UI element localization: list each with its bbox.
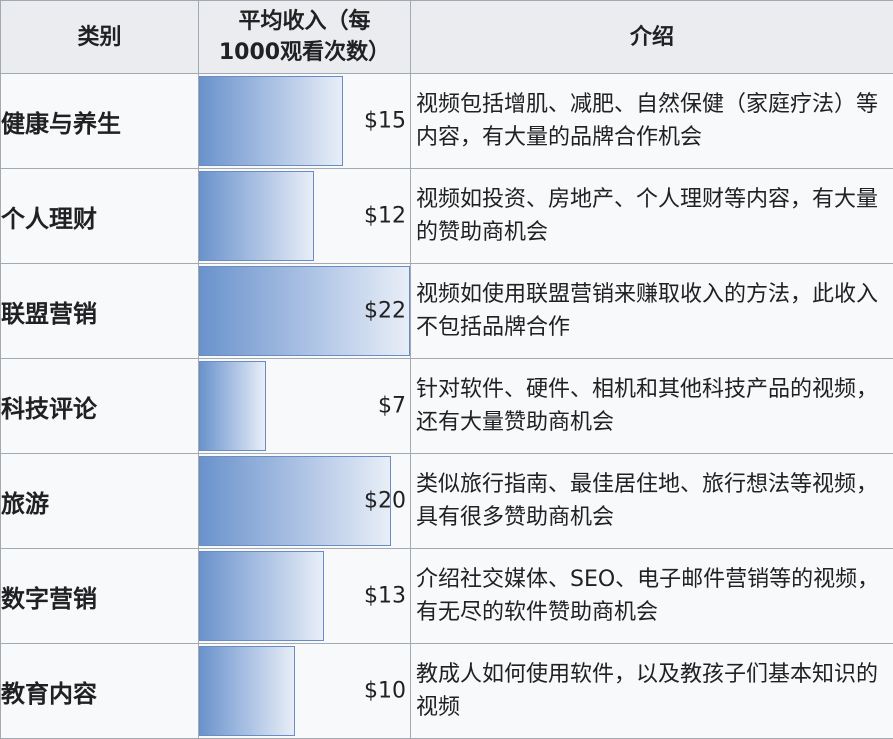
income-value: $7 bbox=[378, 394, 406, 419]
income-cell: $20 bbox=[199, 454, 411, 549]
income-bar bbox=[199, 171, 314, 261]
description-cell: 针对软件、硬件、相机和其他科技产品的视频，还有大量赞助商机会 bbox=[411, 359, 893, 454]
category-cell: 科技评论 bbox=[1, 359, 199, 454]
header-row: 类别 平均收入（每 1000观看次数） 介绍 bbox=[1, 1, 893, 74]
header-income[interactable]: 平均收入（每 1000观看次数） bbox=[199, 1, 411, 74]
income-value: $15 bbox=[364, 109, 406, 134]
table-body: 健康与养生 $15 视频包括增肌、减肥、自然保健（家庭疗法）等内容，有大量的品牌… bbox=[1, 74, 893, 739]
income-value: $13 bbox=[364, 584, 406, 609]
income-bar bbox=[199, 551, 324, 641]
description-cell: 介绍社交媒体、SEO、电子邮件营销等的视频，有无尽的软件赞助商机会 bbox=[411, 549, 893, 644]
category-cell: 个人理财 bbox=[1, 169, 199, 264]
income-bar bbox=[199, 76, 343, 166]
description-cell: 教成人如何使用软件，以及教孩子们基本知识的视频 bbox=[411, 644, 893, 739]
description-cell: 视频如投资、房地产、个人理财等内容，有大量的赞助商机会 bbox=[411, 169, 893, 264]
table-row: 联盟营销 $22 视频如使用联盟营销来赚取收入的方法，此收入不包括品牌合作 bbox=[1, 264, 893, 359]
header-income-line2: 1000观看次数） bbox=[219, 40, 390, 65]
description-cell: 视频如使用联盟营销来赚取收入的方法，此收入不包括品牌合作 bbox=[411, 264, 893, 359]
table-row: 科技评论 $7 针对软件、硬件、相机和其他科技产品的视频，还有大量赞助商机会 bbox=[1, 359, 893, 454]
income-cell: $22 bbox=[199, 264, 411, 359]
income-cell: $13 bbox=[199, 549, 411, 644]
income-value: $20 bbox=[364, 489, 406, 514]
category-cell: 联盟营销 bbox=[1, 264, 199, 359]
income-cell: $12 bbox=[199, 169, 411, 264]
table-row: 数字营销 $13 介绍社交媒体、SEO、电子邮件营销等的视频，有无尽的软件赞助商… bbox=[1, 549, 893, 644]
income-cell: $15 bbox=[199, 74, 411, 169]
header-category[interactable]: 类别 bbox=[1, 1, 199, 74]
category-cell: 教育内容 bbox=[1, 644, 199, 739]
header-intro[interactable]: 介绍 bbox=[411, 1, 893, 74]
income-table: 类别 平均收入（每 1000观看次数） 介绍 健康与养生 $15 视频包括增肌、… bbox=[0, 0, 893, 739]
table-row: 教育内容 $10 教成人如何使用软件，以及教孩子们基本知识的视频 bbox=[1, 644, 893, 739]
header-income-line1: 平均收入（每 bbox=[238, 9, 370, 34]
income-cell: $7 bbox=[199, 359, 411, 454]
table-row: 健康与养生 $15 视频包括增肌、减肥、自然保健（家庭疗法）等内容，有大量的品牌… bbox=[1, 74, 893, 169]
category-cell: 旅游 bbox=[1, 454, 199, 549]
income-cell: $10 bbox=[199, 644, 411, 739]
table-row: 旅游 $20 类似旅行指南、最佳居住地、旅行想法等视频，具有很多赞助商机会 bbox=[1, 454, 893, 549]
description-cell: 视频包括增肌、减肥、自然保健（家庭疗法）等内容，有大量的品牌合作机会 bbox=[411, 74, 893, 169]
income-bar bbox=[199, 646, 295, 736]
income-bar bbox=[199, 361, 266, 451]
category-cell: 健康与养生 bbox=[1, 74, 199, 169]
income-value: $12 bbox=[364, 204, 406, 229]
income-value: $22 bbox=[364, 299, 406, 324]
category-cell: 数字营销 bbox=[1, 549, 199, 644]
income-value: $10 bbox=[364, 679, 406, 704]
income-bar bbox=[199, 456, 391, 546]
table-row: 个人理财 $12 视频如投资、房地产、个人理财等内容，有大量的赞助商机会 bbox=[1, 169, 893, 264]
description-cell: 类似旅行指南、最佳居住地、旅行想法等视频，具有很多赞助商机会 bbox=[411, 454, 893, 549]
